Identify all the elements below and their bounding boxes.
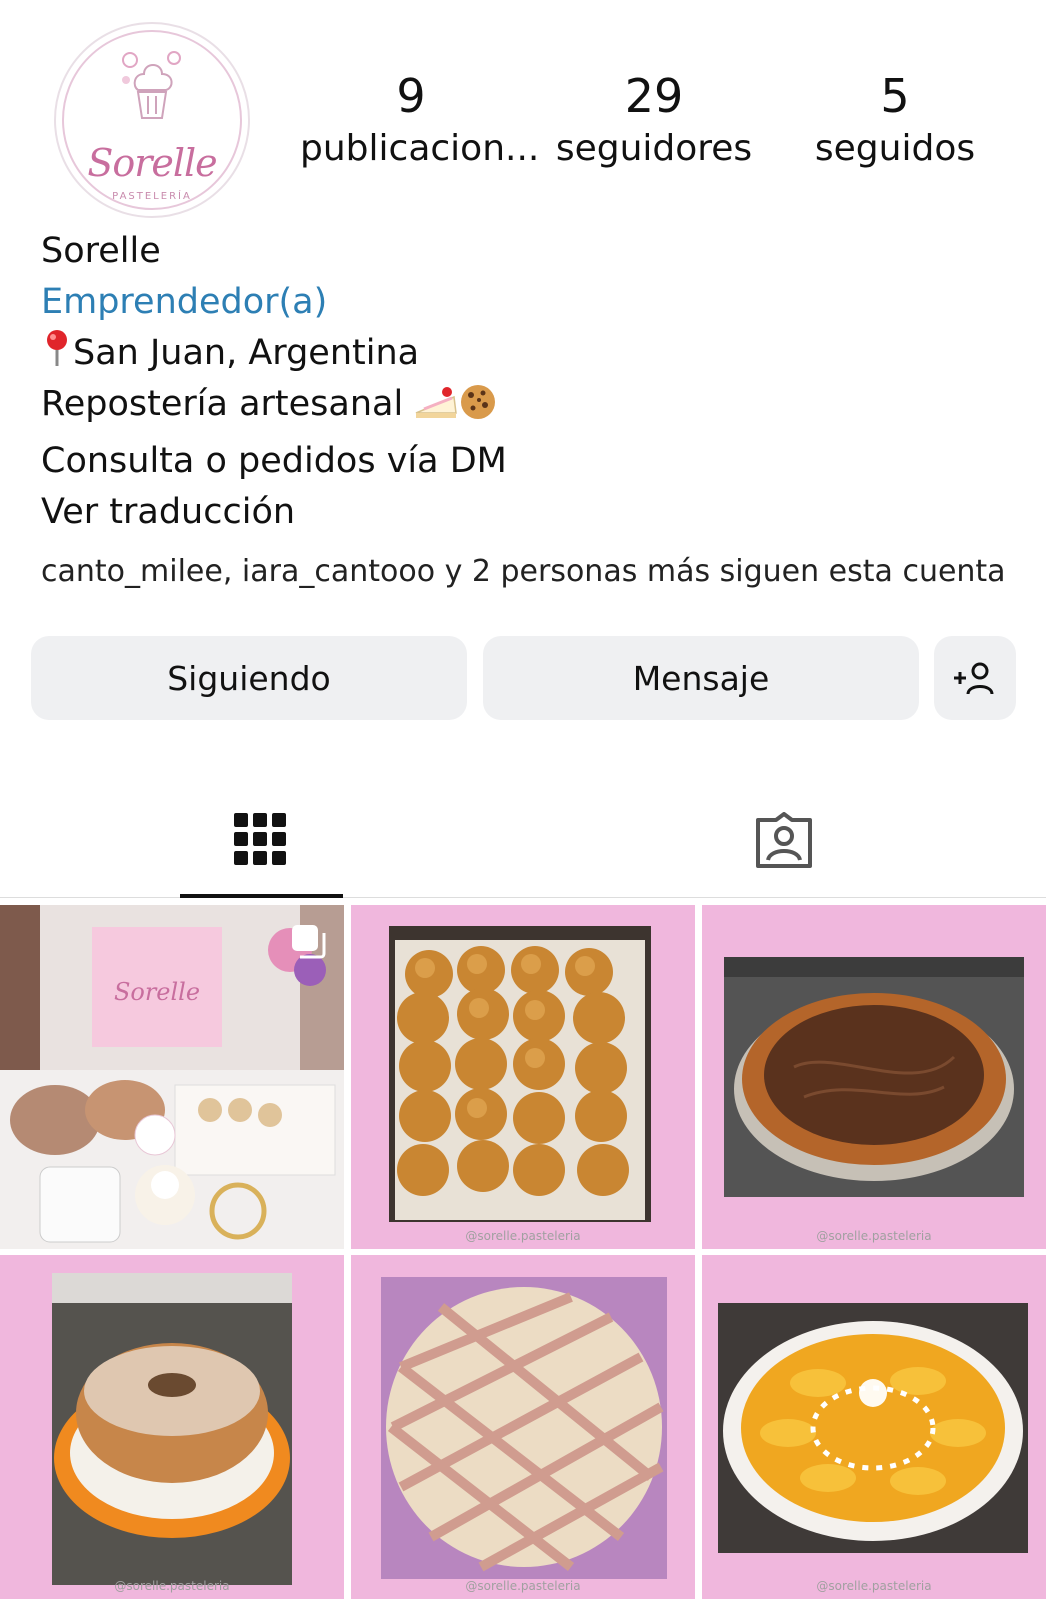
tab-posts-grid[interactable] (180, 784, 340, 896)
pin-icon (41, 328, 73, 368)
post-photo-peach-tart (718, 1303, 1028, 1553)
following-button[interactable]: Siguiendo (31, 636, 467, 720)
see-translation-link[interactable]: Ver traducción (41, 487, 1021, 538)
stat-posts-label: publicacion... (300, 128, 540, 169)
profile-location-text: San Juan, Argentina (73, 333, 420, 373)
stat-followers-value: 29 (624, 69, 684, 123)
post-photo-lattice-pie (381, 1277, 667, 1579)
tab-divider (0, 897, 1046, 898)
followed-by-text[interactable]: canto_milee, iara_cantooo y 2 personas m… (41, 550, 1006, 594)
stat-posts-value: 9 (396, 69, 426, 123)
active-tab-indicator (180, 894, 343, 898)
message-button[interactable]: Mensaje (483, 636, 919, 720)
post-photo-bread-buns (389, 926, 651, 1222)
avatar-brand-text: Sorelle (87, 141, 217, 185)
avatar-sub-text: PASTELERÍA (112, 191, 192, 202)
post-caption: @sorelle.pasteleria (465, 1579, 581, 1593)
stat-followers[interactable]: 29 seguidores (548, 68, 760, 174)
profile-name: Sorelle (41, 231, 161, 271)
profile-avatar[interactable]: Sorelle PASTELERÍA (54, 22, 250, 218)
post-tile[interactable]: @sorelle.pasteleria (702, 905, 1046, 1249)
post-caption: @sorelle.pasteleria (816, 1579, 932, 1593)
add-person-icon (954, 662, 994, 695)
profile-bio: Sorelle Emprendedor(a) San Juan, Argenti… (41, 226, 1021, 538)
post-photo-chocolate-tart (724, 957, 1024, 1197)
post-caption: @sorelle.pasteleria (816, 1229, 932, 1243)
cupcake-logo-icon (122, 51, 181, 119)
profile-category[interactable]: Emprendedor(a) (41, 277, 1021, 328)
profile-bio-line2: Consulta o pedidos vía DM (41, 441, 507, 481)
post-tile[interactable]: @sorelle.pasteleria (702, 1255, 1046, 1599)
grid-icon (234, 813, 286, 865)
post-tile[interactable]: @sorelle.pasteleria (351, 1255, 695, 1599)
post-tile[interactable]: @sorelle.pasteleria (0, 1255, 344, 1599)
post-caption: @sorelle.pasteleria (114, 1579, 230, 1593)
stat-followers-label: seguidores (555, 128, 753, 169)
post-photo-bundt-cake (52, 1273, 292, 1585)
tab-tagged[interactable] (704, 784, 864, 896)
stat-following[interactable]: 5 seguidos (800, 68, 990, 174)
stat-following-label: seguidos (814, 128, 976, 169)
stat-following-value: 5 (880, 69, 910, 123)
suggest-person-button[interactable] (934, 636, 1016, 720)
stat-posts[interactable]: 9 publicacion... (300, 68, 540, 174)
post-tile[interactable]: @sorelle.pasteleria (351, 905, 695, 1249)
svg-text:Sorelle: Sorelle (114, 978, 200, 1006)
bio-line1-text: Repostería artesanal (41, 384, 404, 424)
carousel-icon (292, 925, 326, 959)
profile-bio-line1: Repostería artesanal (41, 379, 1021, 436)
cookie-emoji-icon (458, 383, 498, 436)
tagged-icon (756, 812, 812, 868)
post-caption: @sorelle.pasteleria (465, 1229, 581, 1243)
post-tile[interactable]: Sorelle (0, 905, 344, 1249)
profile-location: San Juan, Argentina (41, 328, 1021, 379)
cake-emoji-icon (414, 383, 458, 436)
